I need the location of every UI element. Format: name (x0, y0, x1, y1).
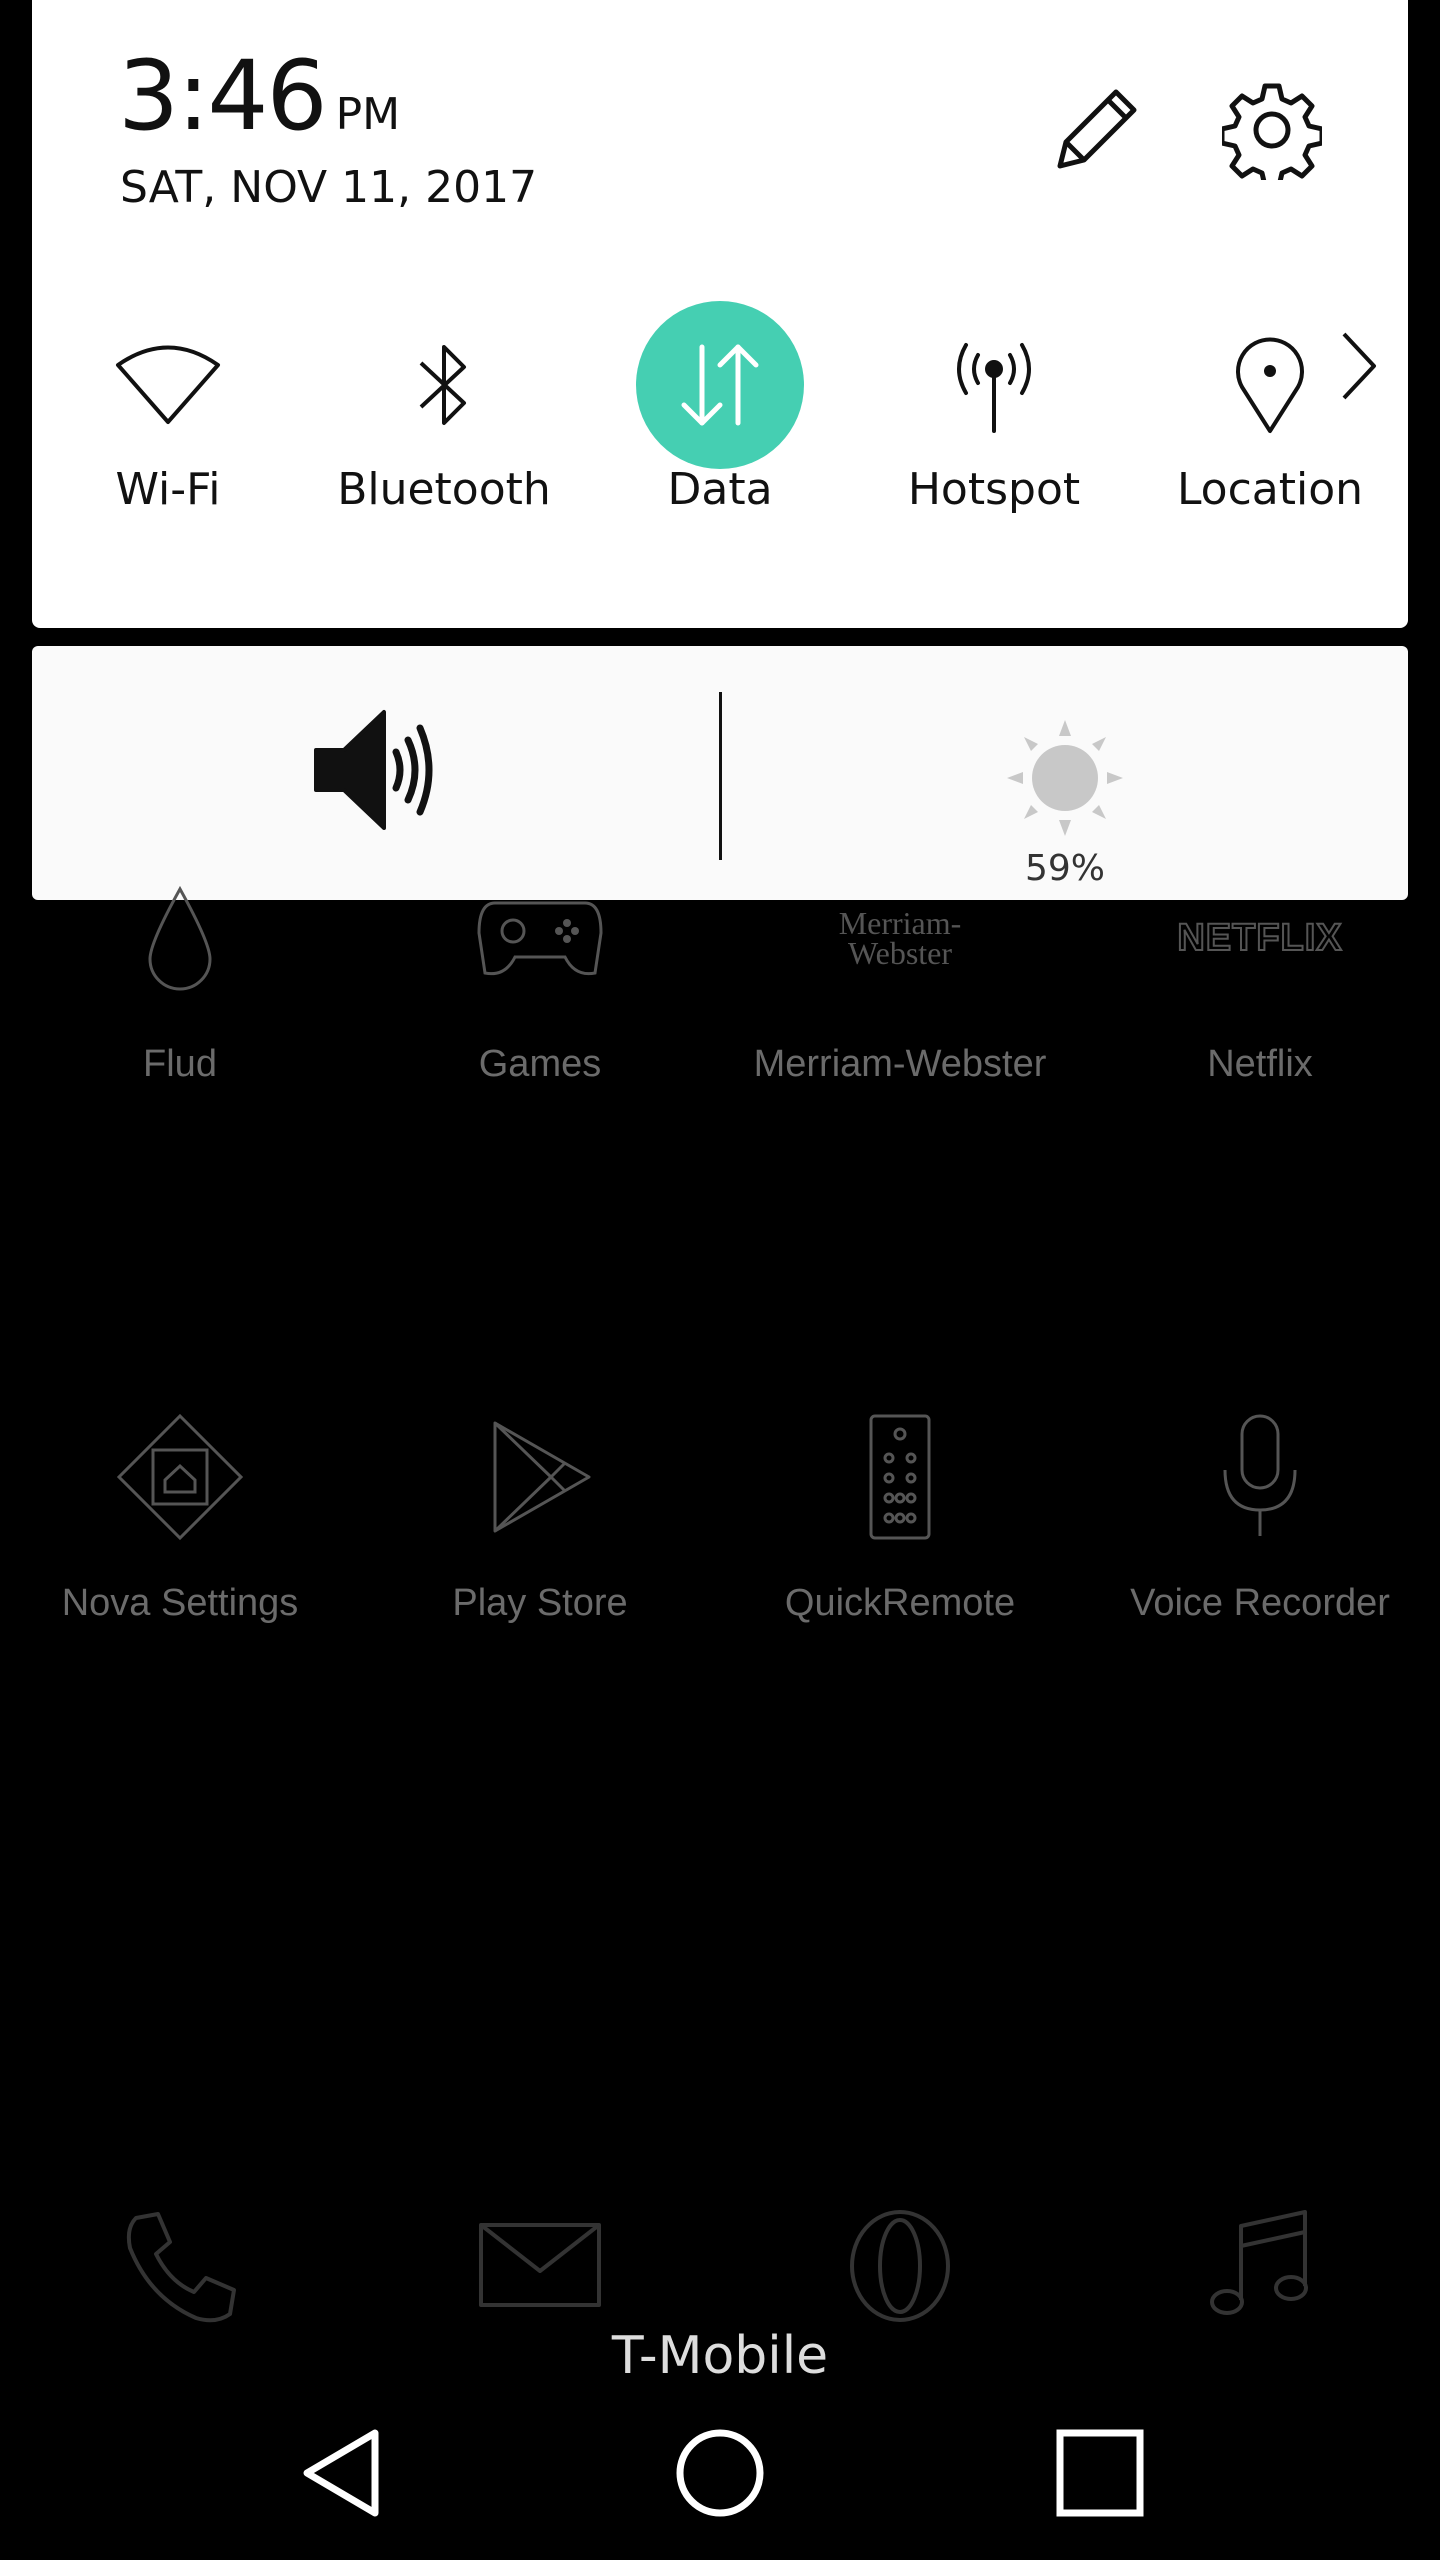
home-button[interactable] (655, 2410, 785, 2540)
app-nova-settings[interactable]: Nova Settings (10, 1412, 350, 1625)
app-voice-recorder[interactable]: Voice Recorder (1090, 1412, 1430, 1625)
app-label: Voice Recorder (1130, 1582, 1390, 1624)
data-active-indicator (636, 301, 804, 469)
location-icon (1185, 300, 1355, 470)
gamepad-icon (370, 873, 710, 1003)
netflix-logo: NETFLIX (1176, 916, 1343, 960)
back-button[interactable] (276, 2410, 406, 2540)
data-arrows-icon (635, 300, 805, 470)
app-merriam-webster[interactable]: Merriam- Webster Merriam-Webster (730, 873, 1070, 1086)
clock[interactable]: 3:46 PM (118, 48, 400, 144)
edit-icon[interactable] (1046, 80, 1146, 180)
app-label: Games (478, 1043, 602, 1085)
toggle-label: Wi-Fi (115, 464, 221, 515)
clock-ampm: PM (335, 89, 401, 140)
toggle-hotspot[interactable]: Hotspot (874, 300, 1114, 540)
opera-icon[interactable] (830, 2196, 970, 2336)
app-flud[interactable]: Flud (10, 873, 350, 1086)
recents-icon (1050, 2423, 1150, 2527)
microphone-icon (1090, 1412, 1430, 1542)
hotspot-icon (909, 300, 1079, 470)
phone-icon[interactable] (110, 2196, 250, 2336)
brightness-icon[interactable] (1005, 718, 1125, 838)
mail-icon[interactable] (470, 2196, 610, 2336)
back-icon (291, 2423, 391, 2527)
app-play-store[interactable]: Play Store (370, 1412, 710, 1625)
divider (719, 692, 722, 860)
app-label: Flud (143, 1043, 217, 1085)
app-quickremote[interactable]: QuickRemote (730, 1412, 1070, 1625)
toggle-data[interactable]: Data (600, 300, 840, 540)
play-store-icon (370, 1412, 710, 1542)
app-games[interactable]: Games (370, 873, 710, 1086)
toggle-label: Data (667, 464, 773, 515)
app-label: Play Store (452, 1582, 628, 1624)
app-label: Nova Settings (61, 1582, 299, 1624)
nova-settings-icon (10, 1412, 350, 1542)
date[interactable]: SAT, NOV 11, 2017 (120, 162, 537, 213)
home-icon (670, 2423, 770, 2527)
clock-time: 3:46 (118, 40, 328, 152)
toggle-bluetooth[interactable]: Bluetooth (324, 300, 564, 540)
remote-icon (730, 1412, 1070, 1542)
toggle-label: Bluetooth (337, 464, 551, 515)
drop-icon (10, 873, 350, 1003)
app-label: QuickRemote (784, 1582, 1016, 1624)
app-label: Merriam-Webster (753, 1043, 1047, 1085)
music-icon[interactable] (1190, 2196, 1330, 2336)
wifi-icon (83, 300, 253, 470)
bluetooth-icon (359, 300, 529, 470)
toggle-label: Location (1176, 464, 1364, 515)
gear-icon[interactable] (1219, 80, 1325, 189)
app-label: Netflix (1207, 1043, 1313, 1085)
toggle-wifi[interactable]: Wi-Fi (48, 300, 288, 540)
recents-button[interactable] (1035, 2410, 1165, 2540)
volume-icon[interactable] (306, 700, 436, 840)
carrier-label: T-Mobile (611, 2326, 829, 2386)
app-netflix[interactable]: NETFLIX Netflix (1090, 873, 1430, 1086)
merriam-webster-logo: Merriam- Webster (838, 904, 962, 971)
chevron-right-icon[interactable] (1334, 326, 1384, 406)
toggle-label: Hotspot (907, 464, 1081, 515)
